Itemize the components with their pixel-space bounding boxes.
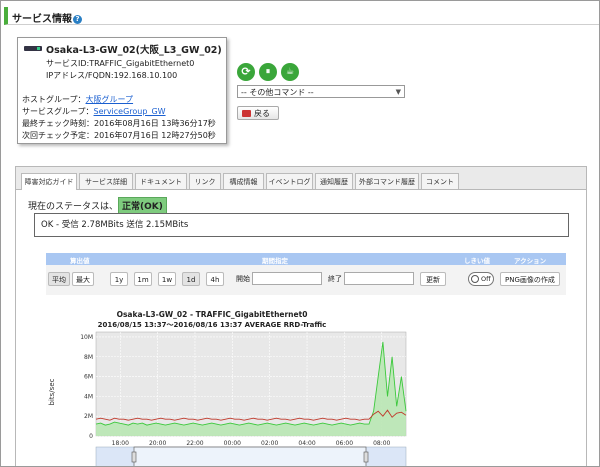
pause-icon[interactable]: ⏸ (259, 63, 277, 81)
x-tick-label: 06:00 (336, 440, 353, 447)
navigator-right-handle[interactable] (363, 451, 369, 463)
calc-header: 算出値 (70, 257, 90, 265)
tab-extcmd-history[interactable]: 外部コマンド履歴 (355, 173, 419, 189)
server-icon (24, 46, 42, 51)
png-export-button[interactable]: PNG画像の作成 (500, 272, 560, 286)
range-1y-button[interactable]: 1y (110, 272, 128, 286)
tab-comment[interactable]: コメント (421, 173, 459, 189)
end-input[interactable] (344, 272, 414, 285)
coffee-icon[interactable]: ☕ (281, 63, 299, 81)
y-tick-label: 10M (80, 334, 93, 341)
status-label: 現在のステータスは、 (28, 202, 119, 212)
range-1m-button[interactable]: 1m (134, 272, 152, 286)
control-header: 算出値 期間指定 しきい値 アクション (46, 253, 566, 265)
tab-document[interactable]: ドキュメント (135, 173, 187, 189)
end-label: 終了 (328, 275, 342, 283)
threshold-toggle[interactable]: Off (468, 272, 494, 286)
x-tick-label: 02:00 (261, 440, 278, 447)
service-id: サービスID:TRAFFIC_GigabitEthernet0 (46, 59, 195, 68)
ip-address: IPアドレス/FQDN:192.168.10.100 (46, 71, 178, 80)
status-badge: 正常(OK) (118, 197, 167, 214)
service-info-window: サービス情報? Osaka-L3-GW_02(大阪_L3_GW_02) サービス… (0, 0, 600, 467)
x-tick-label: 22:00 (186, 440, 203, 447)
next-check: 次回チェック予定：2016年07月16日 12時27分50秒 (22, 131, 216, 140)
period-header: 期間指定 (262, 257, 288, 265)
tab-panel: 障害対応ガイド サービス詳細 ドキュメント リンク 構成情報 イベントログ 通知… (15, 166, 587, 467)
tab-config[interactable]: 構成情報 (223, 173, 264, 189)
navigator-window[interactable] (133, 446, 367, 467)
tab-bar: 障害対応ガイド サービス詳細 ドキュメント リンク 構成情報 イベントログ 通知… (16, 167, 586, 190)
start-label: 開始 (236, 275, 250, 283)
chart-ylabel: bits/sec (48, 378, 56, 405)
service-group-link[interactable]: ServiceGroup_GW (94, 107, 166, 116)
y-tick-label: 4M (84, 393, 93, 400)
refresh-icon[interactable]: ⟳ (237, 63, 255, 81)
tab-trouble-guide[interactable]: 障害対応ガイド (21, 173, 77, 190)
chart-subtitle: 2016/08/15 13:37～2016/08/16 13:37 AVERAG… (98, 321, 327, 329)
max-button[interactable]: 最大 (72, 272, 94, 286)
chart-title: Osaka-L3-GW_02 - TRAFFIC_GigabitEthernet… (117, 310, 308, 319)
y-tick-label: 2M (84, 413, 93, 420)
status-message: OK - 受信 2.78MBits 送信 2.15MBits (34, 213, 569, 237)
start-input[interactable] (252, 272, 322, 285)
threshold-header: しきい値 (464, 257, 490, 265)
back-arrow-icon (242, 110, 251, 117)
range-4h-button[interactable]: 4h (206, 272, 224, 286)
y-tick-label: 0 (89, 433, 93, 440)
navigator-left-handle[interactable] (131, 451, 137, 463)
x-tick-label: 04:00 (298, 440, 315, 447)
action-header: アクション (514, 257, 547, 265)
tab-notify-history[interactable]: 通知履歴 (315, 173, 353, 189)
x-tick-label: 00:00 (224, 440, 241, 447)
last-check: 最終チェック時刻：2016年08月16日 13時36分17秒 (22, 119, 216, 128)
service-group-row: サービスグループ：ServiceGroup_GW (22, 106, 166, 117)
tab-event-log[interactable]: イベントログ (266, 173, 313, 189)
chevron-down-icon: ▼ (395, 88, 401, 96)
other-command-select[interactable]: -- その他コマンド -- ▼ (237, 85, 405, 98)
avg-button[interactable]: 平均 (48, 272, 70, 286)
service-info-card: Osaka-L3-GW_02(大阪_L3_GW_02) サービスID:TRAFF… (17, 37, 227, 144)
range-1w-button[interactable]: 1w (158, 272, 176, 286)
traffic-chart: Osaka-L3-GW_02 - TRAFFIC_GigabitEthernet… (48, 310, 407, 467)
back-button-label: 戻る (254, 109, 270, 118)
x-tick-label: 20:00 (149, 440, 166, 447)
x-tick-labels: 18:00 20:00 22:00 00:00 02:00 04:00 06:00 08:00 (112, 440, 391, 447)
tab-link[interactable]: リンク (189, 173, 221, 189)
x-tick-label: 08:00 (373, 440, 390, 447)
service-name: Osaka-L3-GW_02(大阪_L3_GW_02) (46, 45, 222, 56)
status-line: 現在のステータスは、 正常(OK) (28, 197, 167, 214)
tab-service-detail[interactable]: サービス詳細 (79, 173, 133, 189)
update-button[interactable]: 更新 (420, 272, 446, 286)
x-tick-label: 18:00 (112, 440, 129, 447)
host-group-row: ホストグループ：大阪グループ (22, 94, 133, 105)
host-group-label: ホストグループ： (22, 95, 86, 104)
y-tick-label: 8M (84, 354, 93, 361)
control-row: 平均 最大 1y 1m 1w 1d 4h 開始 終了 更新 Off PNG画像の… (46, 265, 566, 295)
page-title: サービス情報? (12, 10, 82, 25)
y-tick-label: 6M (84, 374, 93, 381)
y-tick-labels: 0 2M 4M 6M 8M 10M (80, 334, 93, 440)
select-value: -- その他コマンド -- (241, 88, 314, 97)
service-group-label: サービスグループ： (22, 107, 94, 116)
range-1d-button[interactable]: 1d (182, 272, 200, 286)
back-button[interactable]: 戻る (237, 106, 279, 120)
host-group-link[interactable]: 大阪グループ (86, 95, 134, 104)
page-header: サービス情報? (4, 7, 599, 25)
help-icon[interactable]: ? (73, 15, 82, 24)
